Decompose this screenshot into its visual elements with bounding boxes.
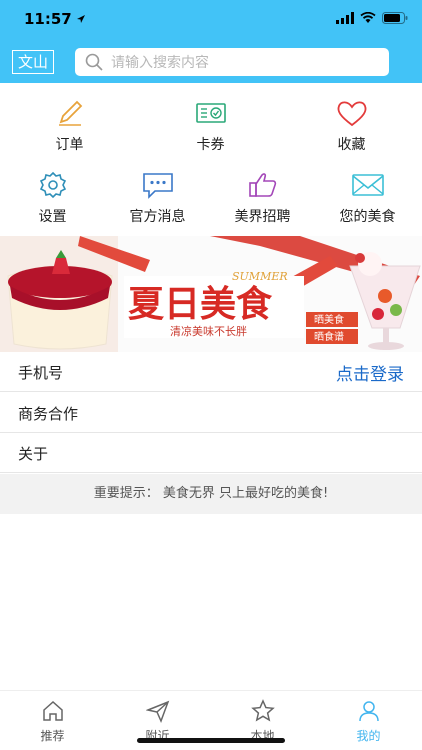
settings-label: 设置 — [38, 209, 67, 225]
phone-row[interactable]: 手机号 点击登录 — [0, 352, 422, 392]
city-selector[interactable]: 文山 — [12, 50, 55, 74]
tab-recommend[interactable]: 推荐 — [0, 697, 105, 745]
search-row: 文山 请输入搜索内容 — [0, 44, 422, 78]
business-label: 商务合作 — [18, 405, 79, 423]
banner-tag-2: 晒食谱 — [314, 330, 344, 343]
your-food-label: 您的美食 — [339, 209, 396, 225]
banner-subtitle: SUMMER — [232, 270, 288, 283]
banner-slogan: 清凉美味不长胖 — [170, 324, 247, 338]
recruitment-label: 美界招聘 — [234, 209, 291, 225]
search-placeholder: 请输入搜索内容 — [111, 55, 209, 71]
official-messages-button[interactable]: 官方消息 — [105, 160, 210, 230]
status-time: 11:57 — [24, 10, 72, 28]
coupons-label: 卡券 — [196, 137, 225, 153]
your-food-button[interactable]: 您的美食 — [315, 160, 420, 230]
wifi-icon — [360, 12, 376, 23]
coupon-icon — [195, 103, 226, 123]
search-input[interactable]: 请输入搜索内容 — [75, 48, 389, 76]
battery-icon — [382, 12, 408, 24]
login-link[interactable]: 点击登录 — [336, 360, 404, 385]
tab-mine[interactable]: 我的 — [316, 697, 421, 745]
about-row[interactable]: 关于 — [0, 433, 422, 473]
cellular-signal-icon — [336, 12, 354, 24]
gear-icon — [39, 171, 66, 199]
banner-graphic: 夏日美食 SUMMER 清凉美味不长胖 晒美食 晒食谱 — [0, 236, 421, 352]
message-icon — [142, 173, 173, 199]
home-indicator — [137, 738, 285, 743]
send-icon — [145, 700, 169, 723]
heart-icon — [337, 101, 366, 127]
top-header: 11:57 文山 请输入搜索内容 — [0, 0, 422, 83]
settings-button[interactable]: 设置 — [0, 160, 105, 230]
tip-banner: 重要提示： 美食无界 只上最好吃的美食! — [0, 474, 422, 514]
promo-banner[interactable]: 夏日美食 SUMMER 清凉美味不长胖 晒美食 晒食谱 — [0, 236, 422, 352]
thumbs-up-icon — [248, 173, 276, 197]
banner-tag-1: 晒美食 — [314, 313, 344, 326]
tab-mine-label: 我的 — [356, 729, 381, 743]
location-arrow-icon — [76, 15, 85, 23]
status-bar: 11:57 — [0, 0, 422, 40]
phone-label: 手机号 — [18, 364, 64, 382]
pencil-icon — [58, 100, 82, 126]
tab-recommend-label: 推荐 — [40, 729, 65, 743]
coupons-button[interactable]: 卡券 — [158, 88, 263, 158]
function-grid: 订单 卡券 收藏 设置 官方消息 美界招聘 您的美食 — [0, 88, 422, 236]
orders-label: 订单 — [55, 137, 84, 153]
favorites-button[interactable]: 收藏 — [299, 88, 404, 158]
about-label: 关于 — [18, 445, 49, 463]
business-row[interactable]: 商务合作 — [0, 393, 422, 433]
search-icon — [85, 53, 103, 71]
person-icon — [358, 701, 379, 722]
banner-title: 夏日美食 — [128, 284, 273, 325]
orders-button[interactable]: 订单 — [17, 88, 122, 158]
recruitment-button[interactable]: 美界招聘 — [210, 160, 315, 230]
mail-icon — [351, 174, 384, 196]
star-icon — [250, 699, 275, 722]
favorites-label: 收藏 — [337, 137, 366, 153]
official-messages-label: 官方消息 — [129, 209, 186, 225]
home-icon — [42, 700, 63, 721]
